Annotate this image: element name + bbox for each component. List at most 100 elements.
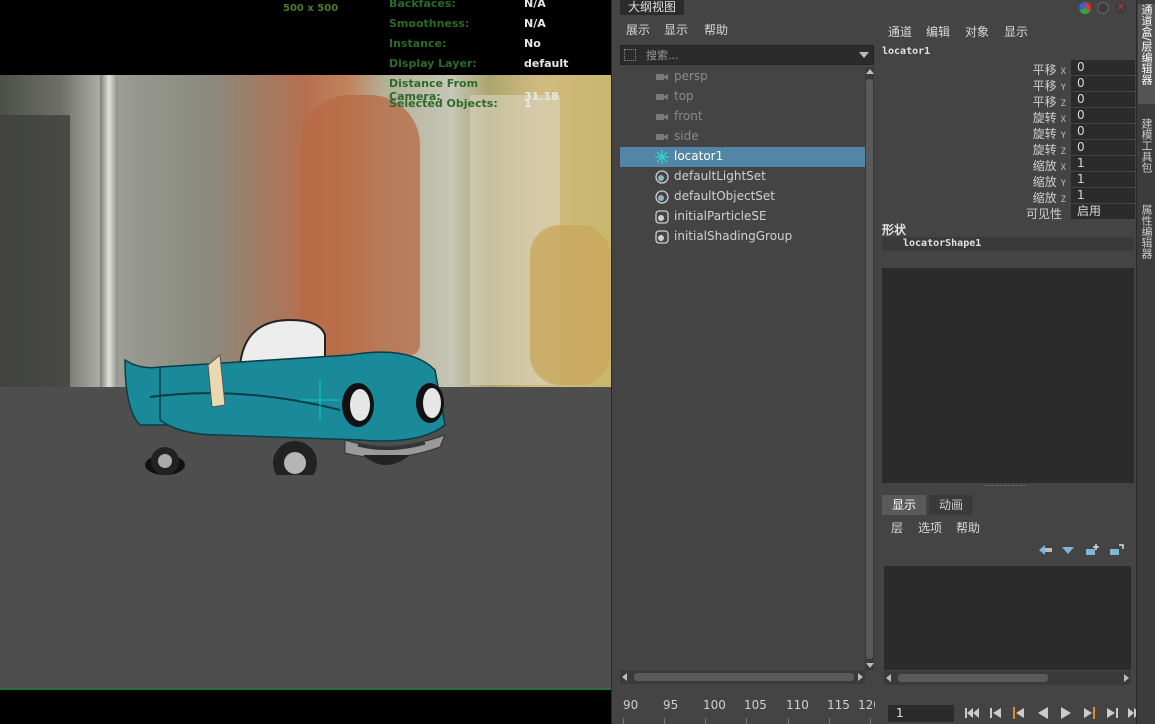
attr-translate-z: 平移 Z 0	[875, 92, 1136, 109]
attr-field[interactable]: 0	[1071, 60, 1135, 75]
close-icon[interactable]: ✕	[1115, 2, 1127, 14]
viewport-bottom-bar	[0, 690, 611, 724]
go-to-start-icon[interactable]	[963, 705, 981, 721]
timeline-tick: 95	[663, 698, 679, 712]
background-blur	[0, 115, 70, 395]
tab-display-layers[interactable]: 显示	[882, 495, 927, 515]
shape-node-name[interactable]: locatorShape1	[882, 237, 1134, 251]
panel-splitter[interactable]	[985, 485, 1025, 487]
scrollbar-thumb[interactable]	[866, 79, 873, 659]
move-layer-up-icon[interactable]	[1037, 543, 1053, 557]
dock-tab-channel-box[interactable]: 通道盒/层编辑器	[1138, 4, 1155, 104]
outliner-search-input[interactable]	[646, 47, 846, 63]
timeline-tick: 105	[744, 698, 767, 712]
scroll-left-icon[interactable]	[622, 673, 627, 681]
scrollbar-thumb[interactable]	[898, 674, 1048, 682]
outliner-item-locator1[interactable]: locator1	[620, 147, 865, 167]
circle-icon[interactable]	[1097, 2, 1109, 14]
axis-icon[interactable]	[1079, 2, 1091, 14]
outliner-menu-help[interactable]: 帮助	[704, 21, 728, 38]
channel-box-empty-area	[882, 268, 1134, 483]
resolution-gate-label: 500 x 500	[283, 3, 339, 14]
attr-field[interactable]: 0	[1071, 108, 1135, 123]
attr-rotate-z: 旋转 Z 0	[875, 140, 1136, 157]
outliner-menu-show[interactable]: 展示	[626, 21, 650, 38]
viewport-panel[interactable]: 500 x 500 Backfaces: N/A Smoothness: N/A I…	[0, 0, 611, 724]
outliner-panel: 大纲视图 展示 显示 帮助 persp top front side lo	[611, 0, 875, 724]
move-layer-down-icon[interactable]	[1060, 543, 1076, 557]
scroll-left-icon[interactable]	[886, 674, 891, 682]
dock-tab-attribute-editor[interactable]: 属性编辑器	[1138, 204, 1155, 270]
viewport-hud-area: 500 x 500 Backfaces: N/A Smoothness: N/A I…	[0, 0, 611, 75]
channel-menu-object[interactable]: 对象	[965, 23, 989, 40]
timeline-mark	[746, 718, 747, 724]
timeline-tick: 115	[827, 698, 850, 712]
tab-anim-layers[interactable]: 动画	[929, 495, 974, 515]
attr-field[interactable]: 1	[1071, 156, 1135, 171]
outliner-search-bar	[620, 45, 874, 65]
chevron-down-icon[interactable]	[859, 52, 869, 58]
background-pole	[100, 75, 118, 395]
filter-icon[interactable]	[624, 49, 636, 61]
new-layer-icon[interactable]	[1085, 543, 1101, 557]
locator-icon	[655, 150, 669, 164]
channel-menu-edit[interactable]: 编辑	[926, 23, 950, 40]
play-forwards-icon[interactable]	[1057, 705, 1075, 721]
outliner-item-initialshadinggroup[interactable]: initialShadingGroup	[620, 227, 865, 247]
current-frame-field[interactable]: 1	[888, 705, 954, 722]
attr-scale-x: 缩放 X 1	[875, 156, 1136, 173]
time-slider[interactable]: 90 95 100 105 110 115 120	[613, 695, 881, 724]
hud-row-smoothness: Smoothness: N/A	[389, 17, 546, 30]
attr-field[interactable]: 0	[1071, 124, 1135, 139]
attr-field[interactable]: 0	[1071, 92, 1135, 107]
scroll-up-icon[interactable]	[866, 69, 874, 74]
hud-row-instance: Instance: No	[389, 37, 541, 50]
outliner-item-persp[interactable]: persp	[620, 67, 865, 87]
scrollbar-thumb[interactable]	[634, 673, 854, 681]
scroll-right-icon[interactable]	[858, 673, 863, 681]
outliner-title-tab[interactable]: 大纲视图	[620, 0, 685, 15]
outliner-menu-display[interactable]: 显示	[664, 21, 688, 38]
step-forward-key-icon[interactable]	[1103, 705, 1121, 721]
step-back-key-marked-icon[interactable]	[1010, 705, 1028, 721]
attr-field[interactable]: 启用	[1071, 204, 1135, 219]
outliner-vertical-scrollbar[interactable]	[865, 67, 874, 670]
outliner-horizontal-scrollbar[interactable]	[620, 670, 865, 684]
attr-field[interactable]: 1	[1071, 172, 1135, 187]
layer-horizontal-scrollbar[interactable]	[884, 671, 1131, 685]
timeline-mark	[788, 718, 789, 724]
attr-field[interactable]: 1	[1071, 188, 1135, 203]
scroll-down-icon[interactable]	[866, 663, 874, 668]
camera-icon	[656, 114, 668, 120]
dock-tab-modeling-toolkit[interactable]: 建模工具包	[1138, 118, 1155, 184]
attr-scale-y: 缩放 Y 1	[875, 172, 1136, 189]
layer-menu-options[interactable]: 选项	[918, 519, 942, 536]
step-forward-key-marked-icon[interactable]	[1080, 705, 1098, 721]
layer-menu-help[interactable]: 帮助	[956, 519, 980, 536]
layer-menu-layers[interactable]: 层	[891, 519, 903, 536]
viewport-scene[interactable]: Distance From Camera: 31.18 Selected Obje…	[0, 75, 611, 690]
outliner-item-defaultobjectset[interactable]: defaultObjectSet	[620, 187, 865, 207]
outliner-item-side[interactable]: side	[620, 127, 865, 147]
hud-row-distance: Distance From Camera: 31.18	[389, 77, 559, 103]
channel-box-panel: ✕ 通道 编辑 对象 显示 locator1 平移 X 0 平移 Y 0 平移 Z 0 旋转…	[875, 0, 1136, 724]
new-layer-selected-icon[interactable]	[1109, 543, 1125, 557]
channel-menu-show[interactable]: 显示	[1004, 23, 1028, 40]
play-backwards-icon[interactable]	[1034, 705, 1052, 721]
step-back-key-icon[interactable]	[987, 705, 1005, 721]
attr-field[interactable]: 0	[1071, 76, 1135, 91]
timeline-mark	[870, 718, 871, 724]
timeline-tick: 100	[703, 698, 726, 712]
timeline-tick: 90	[623, 698, 639, 712]
outliner-item-initialparticlese[interactable]: initialParticleSE	[620, 207, 865, 227]
channel-menu-channels[interactable]: 通道	[888, 23, 912, 40]
outliner-item-top[interactable]: top	[620, 87, 865, 107]
attr-rotate-y: 旋转 Y 0	[875, 124, 1136, 141]
outliner-item-defaultlightset[interactable]: defaultLightSet	[620, 167, 865, 187]
scroll-right-icon[interactable]	[1124, 674, 1129, 682]
timeline-tick: 110	[786, 698, 809, 712]
car-model[interactable]	[120, 315, 460, 475]
attr-field[interactable]: 0	[1071, 140, 1135, 155]
attr-visibility: 可见性 启用	[875, 204, 1136, 221]
outliner-item-front[interactable]: front	[620, 107, 865, 127]
